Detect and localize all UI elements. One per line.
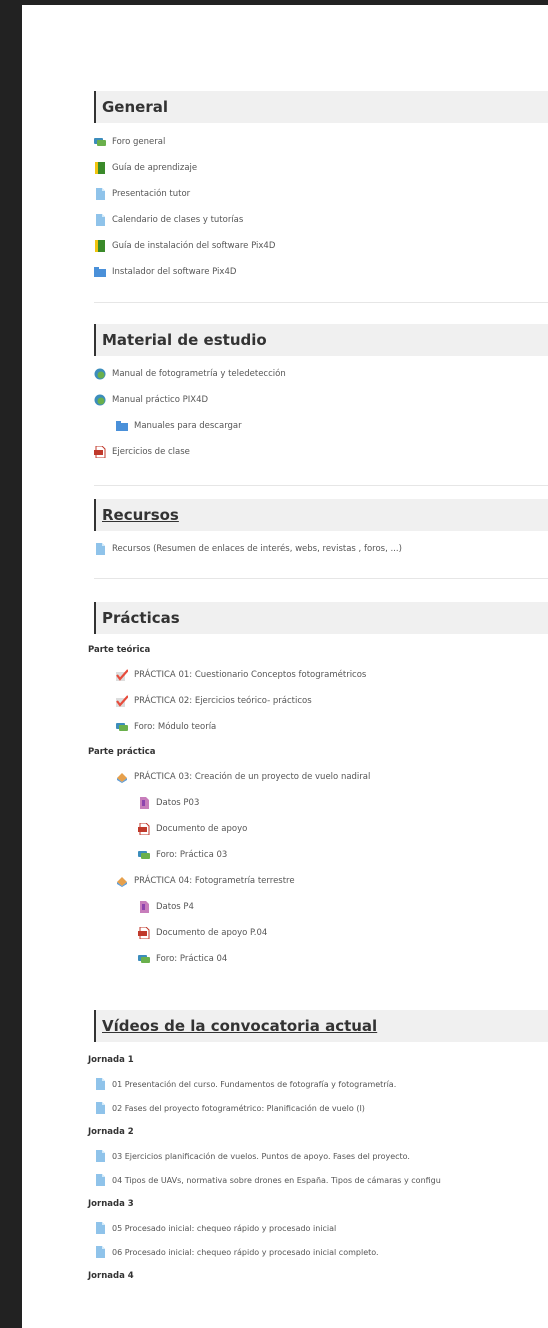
package-icon: [94, 394, 106, 406]
video-item[interactable]: 06 Procesado inicial: chequeo rápido y p…: [94, 1240, 548, 1264]
activity-item[interactable]: PRÁCTICA 02: Ejercicios teórico- práctic…: [94, 688, 548, 714]
video-item[interactable]: 04 Tipos de UAVs, normativa sobre drones…: [94, 1168, 548, 1192]
activity-item[interactable]: Manual práctico PIX4D: [94, 387, 548, 413]
activity-item[interactable]: Documento de apoyo P.04: [94, 920, 548, 946]
video-item[interactable]: 03 Ejercicios planificación de vuelos. P…: [94, 1144, 548, 1168]
pdf-icon: [94, 446, 106, 458]
page-icon: [96, 188, 105, 200]
activity-item[interactable]: Presentación tutor: [94, 181, 548, 207]
archive-icon: [140, 901, 149, 913]
page-icon: [96, 1246, 105, 1258]
subsection-label: Parte teórica: [88, 645, 151, 655]
activity-item[interactable]: Manuales para descargar: [94, 413, 548, 439]
activity-item[interactable]: Manual de fotogrametría y teledetección: [94, 361, 548, 387]
activity-item[interactable]: Ejercicios de clase: [94, 439, 548, 465]
page-icon: [96, 1174, 105, 1186]
page-icon: [96, 543, 105, 555]
page-icon: [96, 1102, 105, 1114]
activity-item[interactable]: Datos P4: [94, 894, 548, 920]
activity-item[interactable]: PRÁCTICA 01: Cuestionario Conceptos foto…: [94, 662, 548, 688]
subsection-label: Jornada 3: [88, 1199, 134, 1209]
activity-item[interactable]: Instalador del software Pix4D: [94, 259, 548, 285]
section-recursos: Recursos Recursos (Resumen de enlaces de…: [94, 499, 548, 562]
quiz-icon: [116, 695, 128, 707]
page-icon: [96, 214, 105, 226]
section-title[interactable]: Vídeos de la convocatoria actual: [102, 1017, 377, 1035]
activity-item[interactable]: Datos P03: [94, 790, 548, 816]
divider: [94, 578, 548, 579]
section-header-recursos[interactable]: Recursos: [94, 499, 548, 531]
activity-item[interactable]: Documento de apoyo: [94, 816, 548, 842]
activity-item[interactable]: Recursos (Resumen de enlaces de interés,…: [94, 536, 548, 562]
activity-item[interactable]: Foro general: [94, 129, 548, 155]
section-header-general: General: [94, 91, 548, 123]
activity-item[interactable]: Calendario de clases y tutorías: [94, 207, 548, 233]
package-icon: [94, 368, 106, 380]
section-title: Prácticas: [102, 609, 180, 627]
activity-item[interactable]: Foro: Práctica 03: [94, 842, 548, 868]
section-header-practicas: Prácticas: [94, 602, 548, 634]
forum-icon: [116, 723, 128, 731]
subsection-label: Jornada 2: [88, 1127, 134, 1137]
section-header-videos[interactable]: Vídeos de la convocatoria actual: [94, 1010, 548, 1042]
divider: [94, 485, 548, 486]
page-icon: [96, 1150, 105, 1162]
subsection-label: Jornada 4: [88, 1271, 134, 1281]
forum-icon: [94, 138, 106, 146]
quiz-icon: [116, 669, 128, 681]
section-general: General Foro general Guía de aprendizaje…: [94, 91, 548, 285]
section-title: Material de estudio: [102, 331, 267, 349]
section-header-material: Material de estudio: [94, 324, 548, 356]
page-icon: [96, 1078, 105, 1090]
assignment-icon: [117, 773, 127, 783]
folder-icon: [116, 421, 128, 431]
section-practicas: Prácticas Parte teórica PRÁCTICA 01: Cue…: [88, 602, 548, 972]
folder-icon: [94, 267, 106, 277]
section-title[interactable]: Recursos: [102, 506, 179, 524]
book-icon: [95, 240, 105, 252]
page-icon: [96, 1222, 105, 1234]
section-title: General: [102, 98, 168, 116]
section-material: Material de estudio Manual de fotogramet…: [94, 324, 548, 465]
activity-item[interactable]: Guía de aprendizaje: [94, 155, 548, 181]
subsection-label: Parte práctica: [88, 747, 156, 757]
video-item[interactable]: 02 Fases del proyecto fotogramétrico: Pl…: [94, 1096, 548, 1120]
assignment-icon: [117, 877, 127, 887]
book-icon: [95, 162, 105, 174]
forum-icon: [138, 955, 150, 963]
video-item[interactable]: 05 Procesado inicial: chequeo rápido y p…: [94, 1216, 548, 1240]
archive-icon: [140, 797, 149, 809]
divider: [94, 302, 548, 303]
section-videos: Vídeos de la convocatoria actual Jornada…: [88, 1010, 548, 1288]
forum-icon: [138, 851, 150, 859]
course-content-panel: General Foro general Guía de aprendizaje…: [22, 5, 548, 1328]
pdf-icon: [138, 823, 150, 835]
activity-item[interactable]: PRÁCTICA 03: Creación de un proyecto de …: [94, 764, 548, 790]
video-item[interactable]: 01 Presentación del curso. Fundamentos d…: [94, 1072, 548, 1096]
activity-item[interactable]: Foro: Módulo teoría: [94, 714, 548, 740]
pdf-icon: [138, 927, 150, 939]
subsection-label: Jornada 1: [88, 1055, 134, 1065]
activity-item[interactable]: Guía de instalación del software Pix4D: [94, 233, 548, 259]
activity-item[interactable]: Foro: Práctica 04: [94, 946, 548, 972]
activity-item[interactable]: PRÁCTICA 04: Fotogrametría terrestre: [94, 868, 548, 894]
